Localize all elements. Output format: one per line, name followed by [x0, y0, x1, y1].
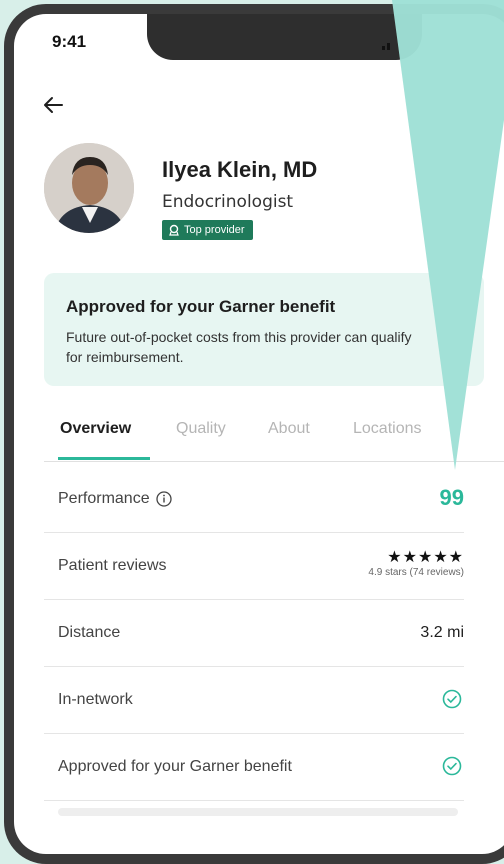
tab-overview[interactable]: Overview — [60, 420, 131, 438]
performance-label: Performance — [58, 490, 150, 507]
signal-icon — [382, 43, 390, 50]
distance-row[interactable]: Distance 3.2 mi — [44, 600, 464, 667]
tabs-divider — [44, 461, 504, 462]
in-network-label: In-network — [58, 691, 133, 708]
check-circle-icon — [442, 689, 462, 709]
approved-row[interactable]: Approved for your Garner benefit — [44, 734, 464, 801]
top-provider-badge: Top provider — [162, 220, 253, 240]
benefit-title: Approved for your Garner benefit — [66, 297, 336, 316]
active-tab-indicator — [58, 457, 150, 460]
back-arrow-icon[interactable] — [42, 94, 64, 116]
reviews-row[interactable]: Patient reviews ★★★★★ 4.9 stars (74 revi… — [44, 533, 464, 600]
status-time: 9:41 — [52, 32, 87, 51]
benefit-description: Future out-of-pocket costs from this pro… — [66, 329, 412, 365]
star-rating-icon: ★★★★★ — [387, 549, 464, 566]
tab-bar: Overview Quality About Locations — [44, 420, 504, 460]
info-icon[interactable] — [155, 491, 172, 507]
reviews-label: Patient reviews — [58, 557, 167, 574]
check-circle-icon — [442, 756, 462, 776]
tab-locations[interactable]: Locations — [353, 420, 422, 438]
badge-label: Top provider — [184, 224, 245, 236]
rating-caption: 4.9 stars (74 reviews) — [368, 567, 464, 578]
benefit-card: Approved for your Garner benefit Future … — [44, 273, 484, 386]
performance-label-wrap: Performance — [58, 490, 172, 508]
doctor-name: Ilyea Klein, MD — [162, 157, 318, 182]
tab-about[interactable]: About — [268, 420, 310, 438]
doctor-specialty: Endocrinologist — [162, 192, 294, 212]
distance-label: Distance — [58, 624, 121, 641]
phone-notch — [147, 14, 422, 60]
distance-value: 3.2 mi — [420, 624, 464, 641]
performance-score: 99 — [439, 485, 464, 510]
in-network-row[interactable]: In-network — [44, 667, 464, 734]
tab-quality[interactable]: Quality — [176, 420, 226, 438]
approved-label: Approved for your Garner benefit — [58, 758, 292, 775]
doctor-avatar — [44, 143, 134, 233]
award-icon — [169, 224, 179, 236]
rating-block: ★★★★★ 4.9 stars (74 reviews) — [368, 547, 464, 578]
performance-row[interactable]: Performance 99 — [44, 466, 464, 533]
faded-next-row — [58, 808, 458, 816]
